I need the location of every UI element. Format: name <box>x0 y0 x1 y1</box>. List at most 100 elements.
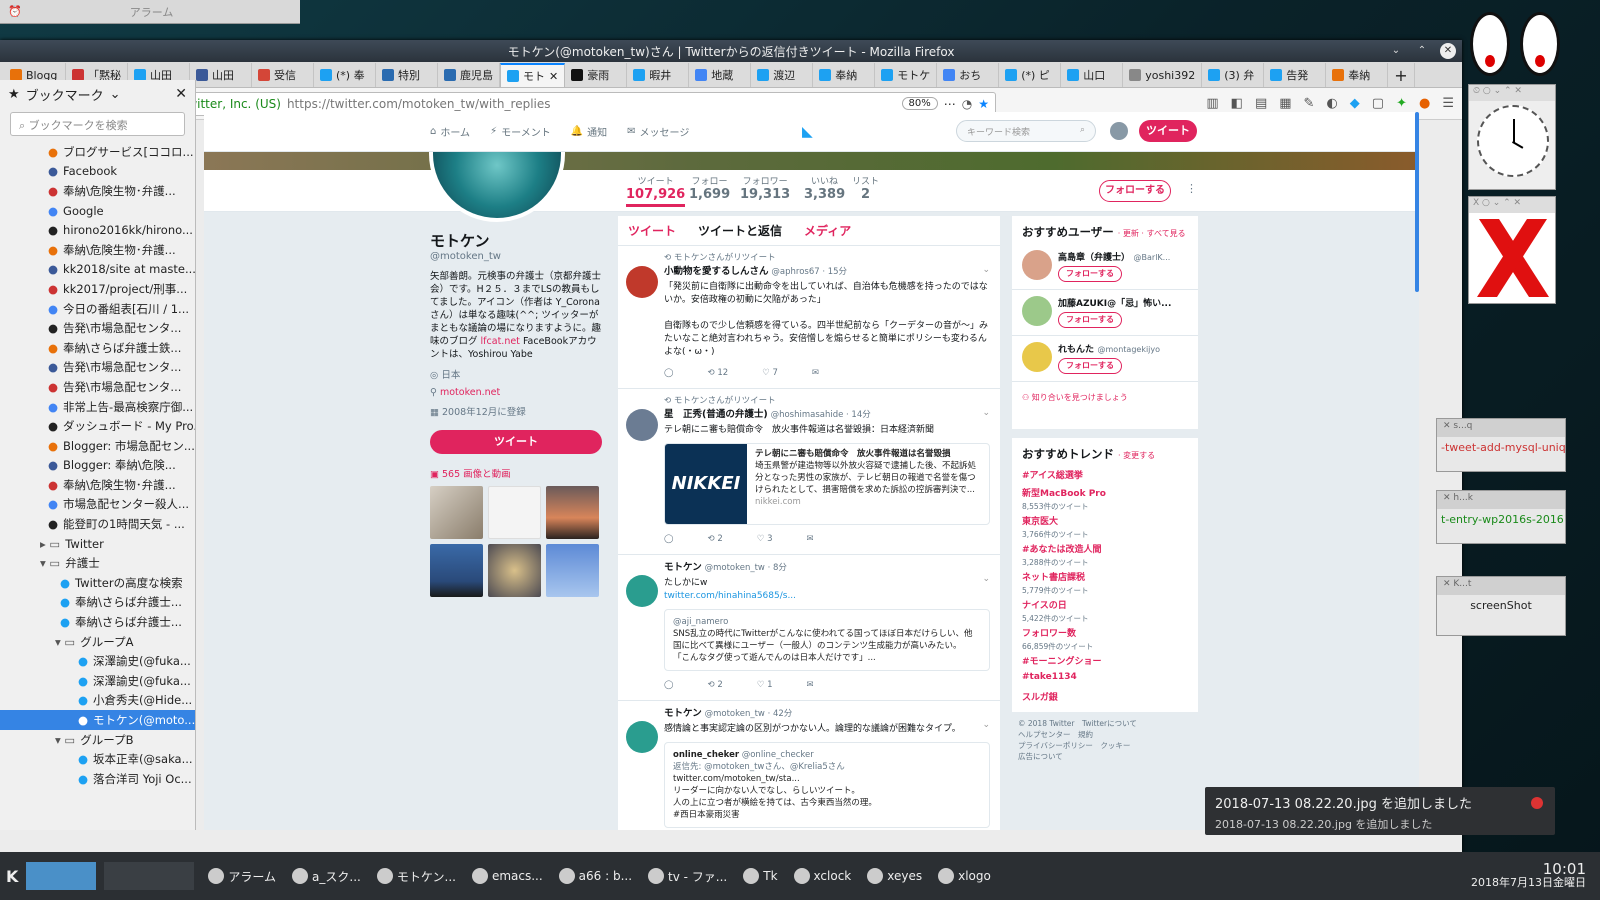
tweet-author[interactable]: モトケン <box>664 562 702 573</box>
chevron-down-icon[interactable]: ⌄ <box>982 264 990 277</box>
bookmark-item[interactable]: ● Blogger: 市場急配セン... <box>0 436 195 456</box>
like-action[interactable]: ♡ 7 <box>762 367 778 380</box>
pager-desktop-icon[interactable] <box>104 862 195 890</box>
tab-11[interactable]: 地蔵 <box>689 63 752 87</box>
chevron-down-icon[interactable]: ⌄ <box>982 407 990 420</box>
bookmark-item[interactable]: ● 深澤諭史(@fuka... <box>0 671 195 691</box>
tab-8[interactable]: モト ✕ <box>500 63 566 87</box>
follow-user-button[interactable]: フォローする <box>1058 312 1122 328</box>
taskbar-item[interactable]: emacs... <box>466 861 549 891</box>
clipboard-icon[interactable]: ▢ <box>1372 96 1384 111</box>
side-window-3[interactable]: ✕ K...t screenShot <box>1436 576 1566 636</box>
tab-6[interactable]: 特別 <box>376 63 438 87</box>
bookmark-item[interactable]: ● ブログサービス[ココロ... <box>0 142 195 162</box>
user-avatar[interactable] <box>1022 296 1052 326</box>
tab-16[interactable]: (*) ピ <box>999 63 1062 87</box>
tab-12[interactable]: 渡辺 <box>751 63 814 87</box>
tab-media[interactable]: メディア <box>804 222 851 239</box>
trend-item[interactable]: ネット書店課税 5,779件のツイート <box>1012 568 1198 596</box>
pager-icon[interactable] <box>26 862 97 890</box>
window-titlebar[interactable]: モトケン(@motoken_tw)さん | Twitterからの返信付きツイート… <box>0 40 1462 62</box>
site-identity[interactable]: Twitter, Inc. (US) <box>182 97 281 111</box>
nav-moments[interactable]: ⚡ モーメント <box>490 124 551 139</box>
maximize-icon[interactable]: ⌃ <box>1414 43 1430 59</box>
tab-19[interactable]: (3) 弁 <box>1202 63 1265 87</box>
library-icon[interactable]: ▥ <box>1206 96 1218 111</box>
trend-tag[interactable]: スルガ銀 <box>1022 690 1188 703</box>
bookmark-item[interactable]: ● ダッシュボード - My Pro... <box>0 416 195 436</box>
taskbar-item[interactable]: モトケン... <box>371 861 462 891</box>
bookmark-item[interactable]: ● kk2017/project/刑事... <box>0 279 195 299</box>
taskbar-item[interactable]: a_スク... <box>286 861 367 891</box>
find-friends-text[interactable]: 知り合いを見つけましょう <box>1032 393 1128 402</box>
close-sidebar-icon[interactable]: ✕ <box>175 86 187 102</box>
trend-tag[interactable]: 新型MacBook Pro <box>1022 486 1188 499</box>
reply-icon[interactable]: ◯ <box>664 533 674 546</box>
bookmark-item[interactable]: ● Blogger: 奉納\危険... <box>0 456 195 476</box>
tab-5[interactable]: (*) 奉 <box>314 63 376 87</box>
zoom-indicator[interactable]: 80% <box>901 97 938 110</box>
trend-item[interactable]: ナイスの日 5,422件のツイート <box>1012 596 1198 624</box>
bookmark-item[interactable]: ● 奉納\危険生物･弁護... <box>0 240 195 260</box>
taskbar-clock[interactable]: 10:01 2018年7月13日金曜日 <box>1471 862 1594 890</box>
firefox-account-icon[interactable]: ● <box>1419 96 1430 111</box>
twitter-search-input[interactable]: キーワード検索 ⌕ <box>956 120 1096 142</box>
bookmark-folder[interactable]: ▾ ▭ グループA <box>0 632 195 652</box>
media-thumb[interactable] <box>546 486 599 539</box>
twitter-footer[interactable]: © 2018 Twitter Twitterについて ヘルプセンター 規約 プラ… <box>1018 718 1204 762</box>
media-thumb[interactable] <box>430 544 483 597</box>
tab-tweets-replies[interactable]: ツイートと返信 <box>698 222 782 239</box>
taskbar-item[interactable]: アラーム <box>202 861 282 891</box>
stat-3[interactable]: いいね 3,389 <box>804 174 845 202</box>
reader-icon[interactable]: ▤ <box>1255 96 1267 111</box>
tweet-link[interactable]: twitter.com/hinahina5685/s... <box>664 590 990 603</box>
find-friends-link[interactable]: ⚇ 知り合いを見つけましょう <box>1012 382 1198 413</box>
pen-icon[interactable]: ✎ <box>1304 96 1315 111</box>
notification-close-icon[interactable] <box>1531 797 1543 809</box>
tab-15[interactable]: おち <box>937 63 1000 87</box>
trend-item[interactable]: #take1134 <box>1012 670 1198 688</box>
bookmark-search-input[interactable]: ⌕ ブックマークを検索 <box>10 112 185 136</box>
tab-3[interactable]: 山田 <box>190 63 252 87</box>
bio-link[interactable]: lfcat.net <box>481 336 520 347</box>
profile-handle[interactable]: @motoken_tw <box>430 251 602 262</box>
user-name[interactable]: 加藤AZUKI@「忌」怖い... <box>1058 299 1171 309</box>
quote-tweet[interactable]: online_cheker @online_checker 返信先: @motok… <box>664 742 990 828</box>
trend-tag[interactable]: ネット書店課税 <box>1022 570 1188 583</box>
user-avatar[interactable] <box>1022 342 1052 372</box>
side-window-1[interactable]: ✕ s...q -tweet-add-mysql-uniq.rl <box>1436 418 1566 472</box>
media-thumb[interactable] <box>488 544 541 597</box>
page-actions-icon[interactable]: ⋯ <box>944 97 956 111</box>
side-window-1-title[interactable]: ✕ s...q <box>1437 419 1565 437</box>
tweet[interactable]: ⟲ モトケンさんがリツイート ⌄ 小動物を愛するしんさん @aphros67 · 1… <box>618 246 1000 389</box>
twitter-ext-icon[interactable]: ◆ <box>1350 96 1360 111</box>
bookmark-folder[interactable]: ▸ ▭ Twitter <box>0 534 195 554</box>
stat-2[interactable]: フォロワー 19,313 <box>740 174 790 202</box>
side-window-2-title[interactable]: ✕ h...k <box>1437 491 1565 509</box>
profile-name[interactable]: モトケン <box>430 230 602 251</box>
trend-item[interactable]: #あなたは改造人間 3,288件のツイート <box>1012 540 1198 568</box>
media-label[interactable]: ▣ 565 画像と動画 <box>430 466 602 480</box>
notification-toast[interactable]: 2018-07-13 08.22.20.jpg を追加しました 2018-07-… <box>1205 787 1555 835</box>
nav-home[interactable]: ⌂ ホーム <box>430 124 470 139</box>
tweet-author[interactable]: 星 正秀(普通の弁護士) <box>664 409 768 420</box>
url-text[interactable]: https://twitter.com/motoken_tw/with_repl… <box>287 97 896 111</box>
trend-item[interactable]: #アイス総選挙 <box>1012 466 1198 484</box>
media-label-text[interactable]: 565 画像と動画 <box>442 469 511 480</box>
trend-tag[interactable]: ナイスの日 <box>1022 598 1188 611</box>
tab-18[interactable]: yoshi392 <box>1123 63 1203 87</box>
link-card[interactable]: NIKKEI テレ朝にニ審も賠償命令 放火事件報道は名誉毀損 埼玉県警が建造物等以外… <box>664 443 990 525</box>
extension-icon[interactable]: ▦ <box>1279 96 1291 111</box>
media-thumb[interactable] <box>430 486 483 539</box>
tab-close-icon[interactable]: ✕ <box>549 70 558 83</box>
nav-messages[interactable]: ✉ メッセージ <box>627 124 689 139</box>
tweet-author[interactable]: モトケン <box>664 708 702 719</box>
bookmark-folder[interactable]: ▾ ▭ グループB <box>0 730 195 750</box>
tweet[interactable]: ⟲ モトケンさんがリツイート ⌄ 星 正秀(普通の弁護士) @hoshimasahi… <box>618 389 1000 555</box>
sidebar-toggle-icon[interactable]: ◧ <box>1231 96 1243 111</box>
stat-1[interactable]: フォロー 1,699 <box>689 174 730 202</box>
close-window-icon[interactable]: ✕ <box>1440 43 1456 59</box>
user-avatar[interactable] <box>1022 250 1052 280</box>
taskbar-item[interactable]: xclock <box>788 861 858 891</box>
trend-tag[interactable]: #あなたは改造人間 <box>1022 542 1188 555</box>
